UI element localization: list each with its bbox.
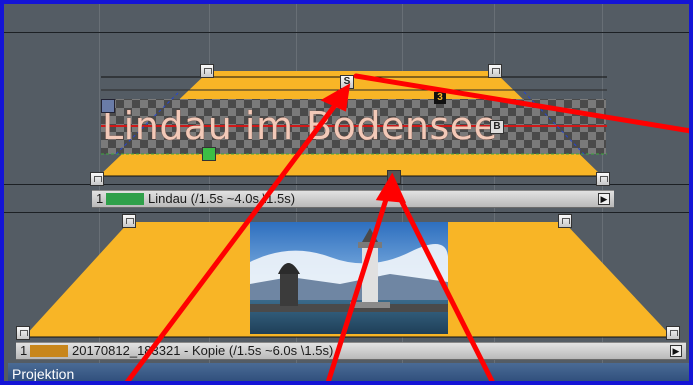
track-color-swatch: [106, 193, 144, 205]
track-left-handle[interactable]: [90, 172, 104, 186]
track-color-swatch: [30, 345, 68, 357]
move-handle[interactable]: [202, 147, 216, 161]
midpoint-handle[interactable]: [387, 170, 401, 184]
fade-out-handle[interactable]: [488, 64, 502, 78]
photo-fade-in-handle[interactable]: [122, 214, 136, 228]
track-number: 1: [96, 191, 104, 206]
triangle-right-icon[interactable]: ▶: [670, 345, 682, 357]
track-right-handle[interactable]: [596, 172, 610, 186]
photo-track-label: 20170812_183321 - Kopie (/1.5s ~6.0s \1.…: [72, 343, 334, 358]
section-label: Projektion: [12, 366, 75, 382]
title-track-label: Lindau (/1.5s ~4.0s \1.5s): [148, 191, 296, 206]
timeline-canvas: Lindau im Bodensee S 3 B 1 Lindau (/1.5s…: [4, 4, 689, 382]
photo-track-bar[interactable]: 1 20170812_183321 - Kopie (/1.5s ~6.0s \…: [16, 342, 686, 360]
triangle-right-icon[interactable]: ▶: [598, 193, 610, 205]
lindau-harbor-photo[interactable]: [250, 222, 448, 334]
title-end-handle[interactable]: B: [490, 120, 504, 134]
fade-in-handle[interactable]: [200, 64, 214, 78]
title-start-handle[interactable]: S: [340, 75, 354, 89]
title-overlay-text[interactable]: Lindau im Bodensee: [102, 102, 607, 150]
track-number: 1: [20, 343, 28, 358]
timeline-window: Lindau im Bodensee S 3 B 1 Lindau (/1.5s…: [0, 0, 693, 385]
title-track-bar[interactable]: 1 Lindau (/1.5s ~4.0s \1.5s) ▶: [92, 190, 614, 208]
title-corner-handle[interactable]: [101, 99, 115, 113]
photo-left-handle[interactable]: [16, 326, 30, 340]
photo-fade-out-handle[interactable]: [558, 214, 572, 228]
photo-right-handle[interactable]: [666, 326, 680, 340]
section-header-bar: Projektion: [8, 363, 689, 382]
keyframe-marker[interactable]: 3: [434, 92, 446, 104]
